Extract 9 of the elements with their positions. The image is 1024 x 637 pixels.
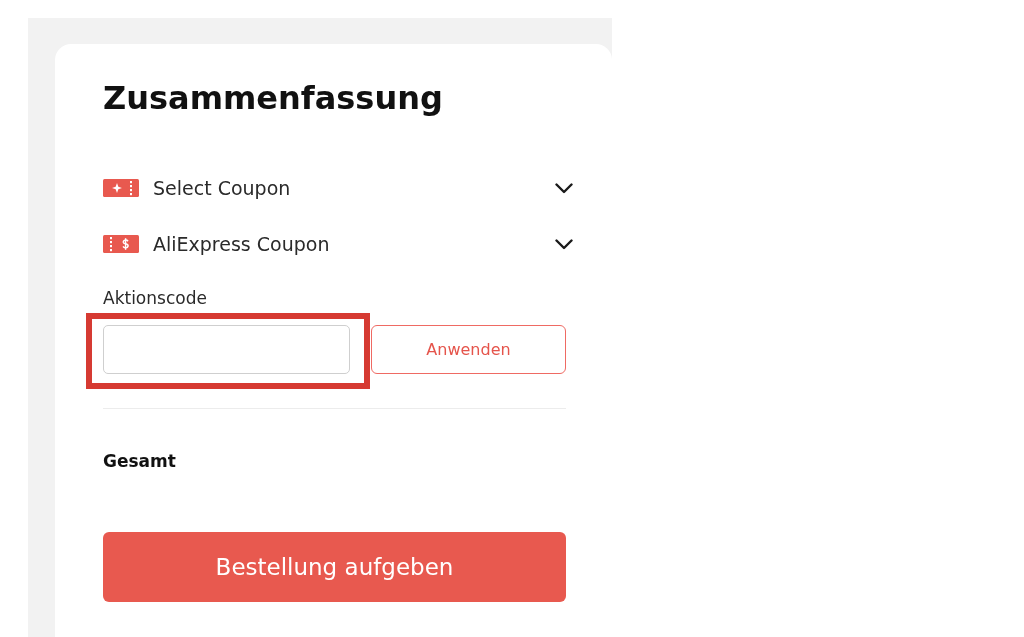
promo-code-field[interactable] xyxy=(103,325,350,374)
apply-button[interactable]: Anwenden xyxy=(371,325,566,374)
summary-title: Zusammenfassung xyxy=(103,78,443,118)
promo-code-label: Aktionscode xyxy=(103,287,207,309)
ticket-dollar-icon xyxy=(103,235,139,253)
coupon-dropdown[interactable]: Select Coupon xyxy=(103,168,573,208)
coupon-dropdown[interactable]: AliExpress Coupon xyxy=(103,224,573,264)
total-label: Gesamt xyxy=(103,450,176,473)
place-order-button[interactable]: Bestellung aufgeben xyxy=(103,532,566,602)
